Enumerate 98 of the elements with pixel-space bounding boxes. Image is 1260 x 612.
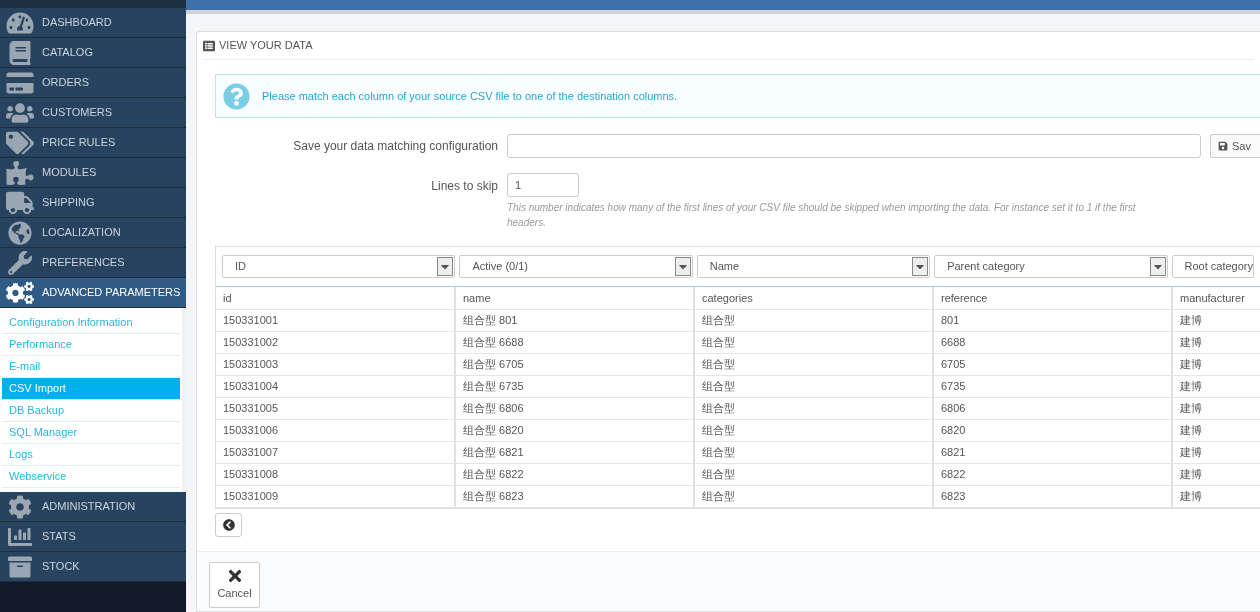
sidebar-item[interactable]: PREFERENCES <box>0 248 186 278</box>
table-cell: 6823 <box>933 485 1172 507</box>
column-select[interactable]: Root category <box>1171 255 1254 278</box>
info-text: Please match each column of your source CSV file to one of the destination columns. <box>262 88 678 104</box>
tags-icon <box>6 130 34 155</box>
table-cell: 建博 <box>1172 375 1260 397</box>
table-cell: 801 <box>933 309 1172 331</box>
table-cell: 建博 <box>1172 419 1260 441</box>
table-cell: 建博 <box>1172 463 1260 485</box>
column-header: id <box>216 287 455 309</box>
table-cell: 组合型 <box>694 397 933 419</box>
sidebar-item[interactable]: ORDERS <box>0 68 186 98</box>
table-cell: 组合型 <box>694 375 933 397</box>
table-cell: 组合型 6823 <box>455 485 694 507</box>
table-cell: 150331007 <box>216 441 455 463</box>
book-icon <box>6 40 34 65</box>
gears-icon <box>6 280 34 305</box>
chevron-left-icon <box>222 518 235 531</box>
table-cell: 150331003 <box>216 353 455 375</box>
column-select[interactable]: Active (0/1) <box>459 255 693 278</box>
table-cell: 组合型 <box>694 309 933 331</box>
sidebar-item[interactable]: MODULES <box>0 158 186 188</box>
table-cell: 150331002 <box>216 331 455 353</box>
table-cell: 组合型 <box>694 441 933 463</box>
sidebar-item[interactable]: LOCALIZATION <box>0 218 186 248</box>
table-cell: 组合型 <box>694 353 933 375</box>
table-cell: 组合型 <box>694 419 933 441</box>
table-cell: 6688 <box>933 331 1172 353</box>
sidebar-item[interactable]: STATS <box>0 522 186 552</box>
table-cell: 组合型 6822 <box>455 463 694 485</box>
puzzle-icon <box>6 160 34 185</box>
table-cell: 建博 <box>1172 353 1260 375</box>
table-cell: 150331006 <box>216 419 455 441</box>
table-cell: 6822 <box>933 463 1172 485</box>
column-header: categories <box>694 287 933 309</box>
table-cell: 组合型 6821 <box>455 441 694 463</box>
field-label: Save your data matching configuration <box>292 138 499 155</box>
table-cell: 150331001 <box>216 309 455 331</box>
table-cell: 建博 <box>1172 397 1260 419</box>
table-cell: 6820 <box>933 419 1172 441</box>
table-cell: 建博 <box>1172 441 1260 463</box>
sidebar-item[interactable]: SHIPPING <box>0 188 186 218</box>
sidebar-item[interactable]: CATALOG <box>0 38 186 68</box>
column-header: reference <box>933 287 1172 309</box>
table-cell: 组合型 6820 <box>455 419 694 441</box>
config-name-field[interactable] <box>507 134 1201 158</box>
table-cell: 150331005 <box>216 397 455 419</box>
table-cell: 组合型 <box>694 485 933 507</box>
dropdown-icon <box>437 257 454 276</box>
list-icon <box>203 39 215 52</box>
table-cell: 组合型 801 <box>455 309 694 331</box>
table-cell: 建博 <box>1172 485 1260 507</box>
previous-button[interactable] <box>215 512 242 537</box>
truck-icon <box>6 190 34 215</box>
panel-title: VIEW YOUR DATA <box>219 38 313 54</box>
cancel-button[interactable]: Cancel <box>209 561 260 608</box>
question-icon <box>223 82 250 110</box>
dropdown-icon <box>674 257 691 276</box>
dropdown-icon <box>912 257 929 276</box>
globe-icon <box>6 220 34 245</box>
column-header: name <box>455 287 694 309</box>
column-select[interactable]: Parent category <box>934 255 1168 278</box>
table-cell: 6735 <box>933 375 1172 397</box>
gear-icon <box>6 494 34 519</box>
users-icon <box>6 100 34 125</box>
field-label: Lines to skip <box>430 178 499 195</box>
table-cell: 6821 <box>933 441 1172 463</box>
table-cell: 150331004 <box>216 375 455 397</box>
sidebar-item[interactable]: CUSTOMERS <box>0 98 186 128</box>
sidebar-item[interactable]: PRICE RULES <box>0 128 186 158</box>
credit-card-icon <box>6 70 34 95</box>
lines-to-skip-field[interactable]: 1 <box>507 173 579 197</box>
column-header: manufacturer <box>1172 287 1260 309</box>
table-cell: 组合型 6806 <box>455 397 694 419</box>
table-cell: 组合型 <box>694 331 933 353</box>
table-cell: 6705 <box>933 353 1172 375</box>
sidebar-item[interactable]: DASHBOARD <box>0 8 186 38</box>
archive-icon <box>6 554 34 579</box>
column-select[interactable]: ID <box>222 255 456 278</box>
wrench-icon <box>6 250 34 275</box>
table-cell: 组合型 <box>694 463 933 485</box>
table-cell: 组合型 6688 <box>455 331 694 353</box>
sidebar-item[interactable]: ADMINISTRATION <box>0 492 186 522</box>
sidebar-item[interactable]: STOCK <box>0 552 186 582</box>
table-cell: 150331008 <box>216 463 455 485</box>
column-select[interactable]: Name <box>696 255 931 278</box>
table-cell: 建博 <box>1172 309 1260 331</box>
table-cell: 6806 <box>933 397 1172 419</box>
table-cell: 组合型 6735 <box>455 375 694 397</box>
dashboard-icon <box>6 10 34 35</box>
save-button[interactable]: Sav <box>1210 134 1260 158</box>
sidebar-item[interactable]: ADVANCED PARAMETERS <box>0 278 186 308</box>
table-cell: 建博 <box>1172 331 1260 353</box>
table-cell: 150331009 <box>216 485 455 507</box>
dropdown-icon <box>1149 257 1166 276</box>
floppy-icon <box>1218 141 1228 151</box>
table-cell: 组合型 6705 <box>455 353 694 375</box>
hint-text: This number indicates how many of the first lines of your CSV file should be skipped when importing the data. For instance set it to 1 if the first headers. <box>507 201 1137 230</box>
